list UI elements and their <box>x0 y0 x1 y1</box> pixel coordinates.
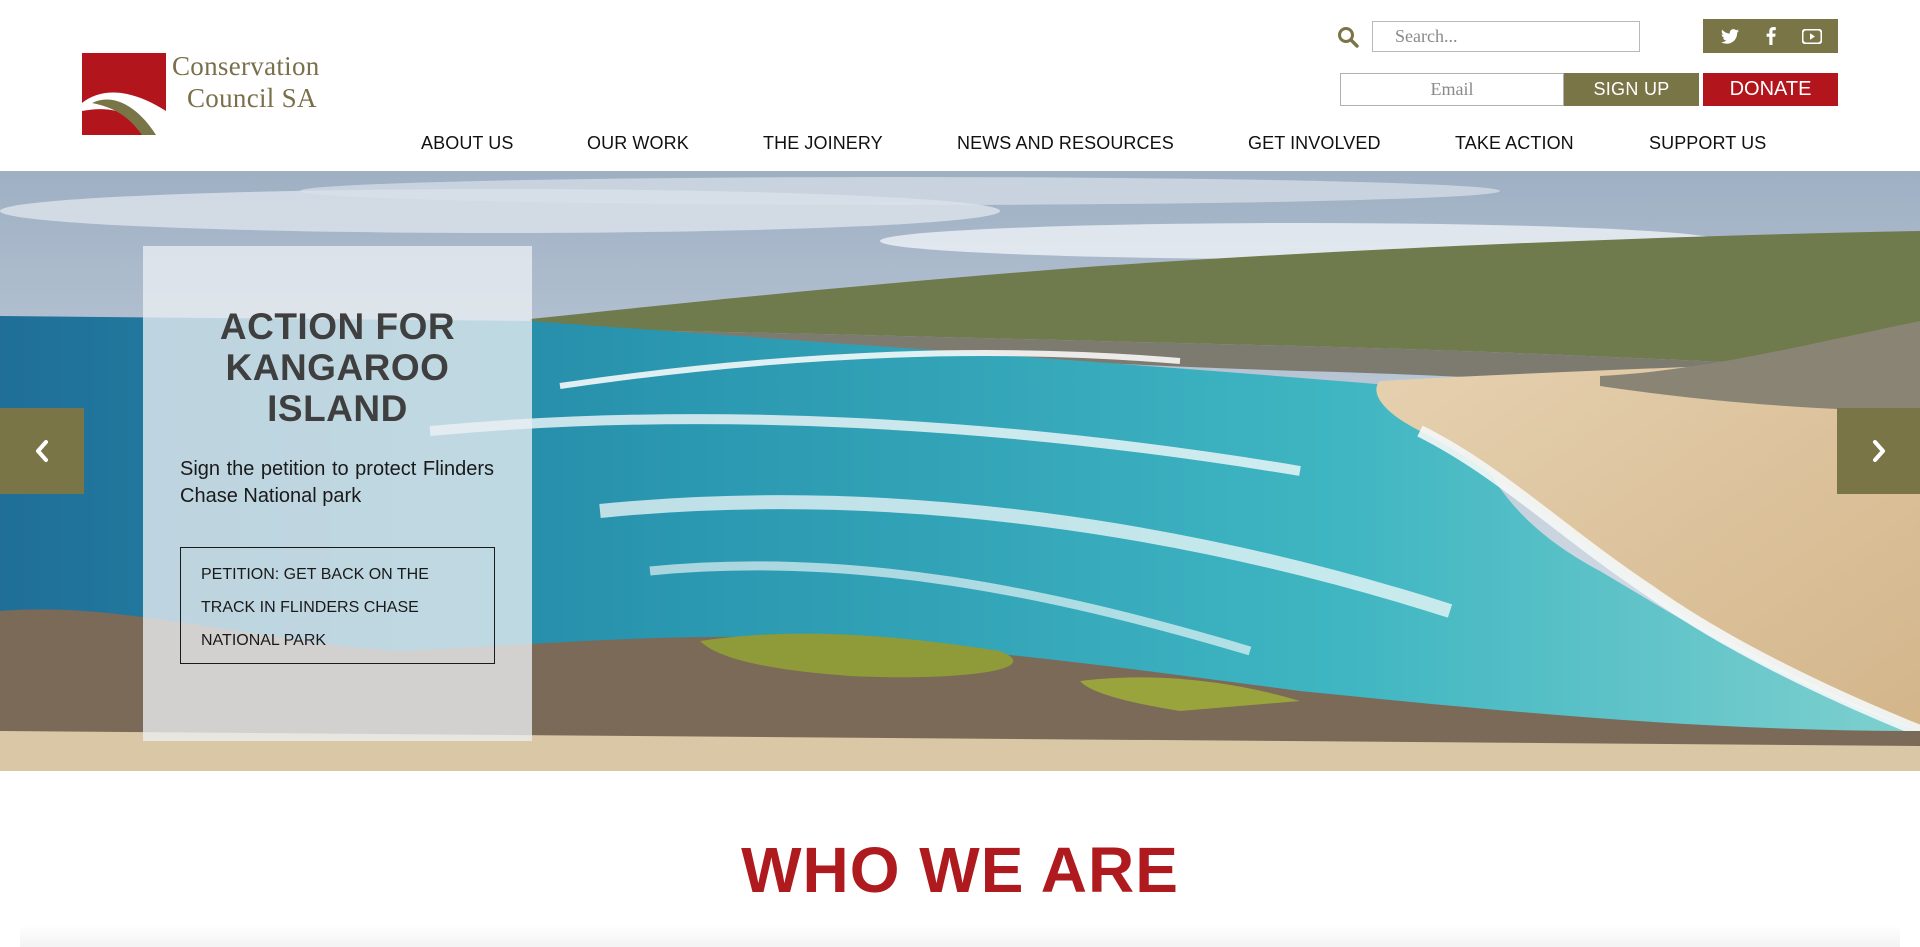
hero-card: ACTION FOR KANGAROO ISLAND Sign the peti… <box>143 246 532 741</box>
hero-title-line-1: ACTION FOR <box>219 306 456 347</box>
hero-carousel: ACTION FOR KANGAROO ISLAND Sign the peti… <box>0 171 1920 771</box>
nav-item-support-us[interactable]: SUPPORT US <box>1649 133 1766 154</box>
petition-button[interactable]: PETITION: GET BACK ON THE TRACK IN FLIND… <box>180 547 495 664</box>
nav-item-about-us[interactable]: ABOUT US <box>421 133 514 154</box>
hero-description: Sign the petition to protect Flinders Ch… <box>180 458 494 507</box>
carousel-next-button[interactable] <box>1837 408 1920 494</box>
logo-mark-icon <box>82 53 166 135</box>
nav-item-news-and-resources[interactable]: NEWS AND RESOURCES <box>957 133 1174 154</box>
signup-button[interactable]: SIGN UP <box>1564 73 1699 106</box>
twitter-icon[interactable] <box>1717 26 1743 46</box>
nav-item-get-involved[interactable]: GET INVOLVED <box>1248 133 1381 154</box>
search-input[interactable] <box>1372 21 1640 52</box>
hero-title-line-3: ISLAND <box>267 388 408 429</box>
main-nav: ABOUT US OUR WORK THE JOINERY NEWS AND R… <box>0 133 1920 155</box>
logo-line-1: Conservation <box>172 51 320 81</box>
site-header: Conservation Council SA SIGN UP DONATE A… <box>0 0 1920 171</box>
hero-title-line-2: KANGAROO <box>225 347 450 388</box>
email-field[interactable] <box>1340 73 1564 106</box>
chevron-left-icon <box>36 440 48 462</box>
hero-title: ACTION FOR KANGAROO ISLAND <box>143 306 532 429</box>
nav-item-our-work[interactable]: OUR WORK <box>587 133 689 154</box>
donate-button[interactable]: DONATE <box>1703 73 1838 106</box>
chevron-right-icon <box>1872 440 1885 462</box>
carousel-prev-button[interactable] <box>0 408 84 494</box>
nav-item-the-joinery[interactable]: THE JOINERY <box>763 133 883 154</box>
facebook-icon[interactable] <box>1758 26 1784 46</box>
content-card-edge <box>20 925 1900 947</box>
site-logo[interactable]: Conservation Council SA <box>82 50 342 140</box>
search-icon[interactable] <box>1337 26 1359 48</box>
youtube-icon[interactable] <box>1799 26 1825 46</box>
logo-text: Conservation Council SA <box>172 50 320 114</box>
social-links <box>1703 19 1838 53</box>
logo-line-2: Council SA <box>187 83 317 113</box>
nav-item-take-action[interactable]: TAKE ACTION <box>1455 133 1574 154</box>
who-we-are-heading: WHO WE ARE <box>741 834 1179 906</box>
